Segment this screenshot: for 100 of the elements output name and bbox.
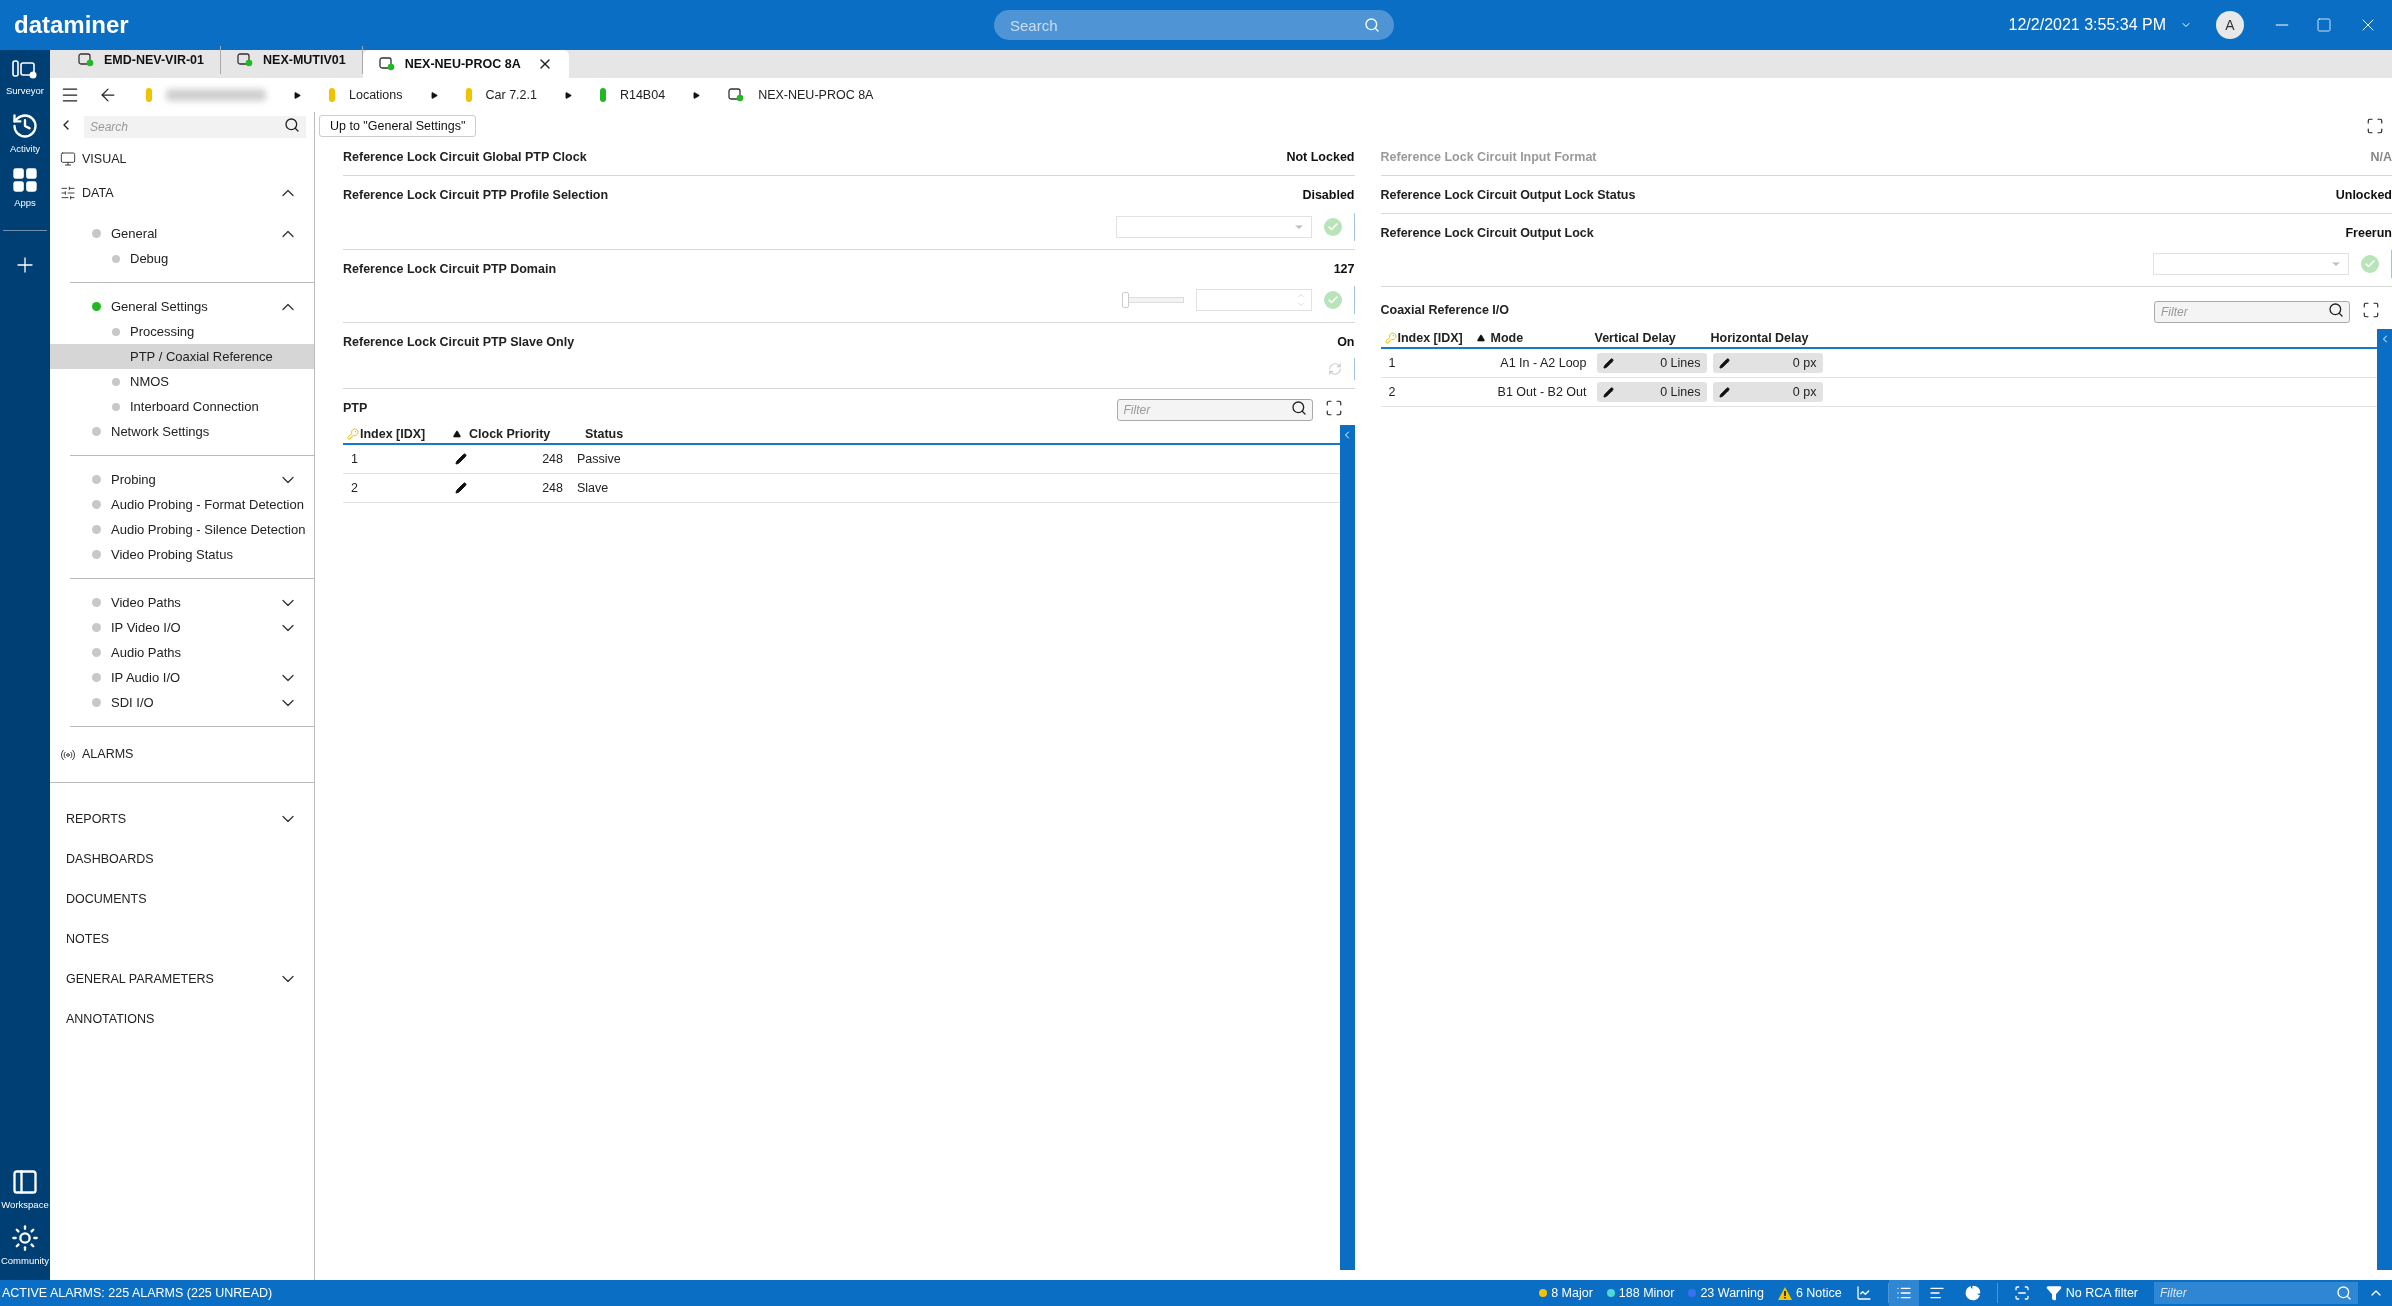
parameter-value: Disabled xyxy=(1302,186,1355,204)
sort-lines-icon[interactable] xyxy=(1928,1285,1945,1301)
sort-icon[interactable] xyxy=(1476,334,1485,343)
parameter-label: Reference Lock Circuit PTP Profile Selection xyxy=(343,186,609,204)
edit-icon[interactable] xyxy=(455,453,467,465)
trend-icon[interactable] xyxy=(1855,1285,1872,1301)
nav-section[interactable]: GENERAL PARAMETERS xyxy=(66,969,214,989)
nav-section[interactable]: ALARMS xyxy=(82,745,134,764)
column-header[interactable]: Index [IDX] xyxy=(360,424,426,444)
nav-item[interactable]: Video Paths xyxy=(111,592,181,613)
parameter-label: Reference Lock Circuit Input Format xyxy=(1380,149,1597,166)
fullscreen-icon[interactable] xyxy=(1324,399,1343,417)
rail-button[interactable]: Surveyor xyxy=(0,58,50,112)
nav-item[interactable]: Network Settings xyxy=(111,421,210,442)
rail-button[interactable]: Workspace xyxy=(0,1168,50,1224)
table-title: Coaxial Reference I/O xyxy=(1380,301,1510,319)
column-header[interactable]: Horizontal Delay xyxy=(1710,328,1809,348)
table-cell-text: A1 In - A2 Loop xyxy=(1499,354,1588,372)
maximize-icon[interactable] xyxy=(2316,17,2332,33)
nav-section[interactable]: ANNOTATIONS xyxy=(66,1009,155,1029)
nav-item[interactable]: Audio Probing - Silence Detection xyxy=(111,519,306,540)
editable-cell[interactable]: 0 Lines xyxy=(1596,382,1707,403)
nav-item[interactable]: Audio Probing - Format Detection xyxy=(111,494,304,515)
fullscreen-icon[interactable] xyxy=(2366,117,2384,135)
grid-icon xyxy=(11,166,39,194)
rail-button[interactable]: Activity xyxy=(0,112,50,166)
search-icon[interactable] xyxy=(2328,302,2344,319)
nav-item[interactable]: Probing xyxy=(111,469,156,490)
dropdown-field[interactable] xyxy=(2153,253,2349,276)
filter-field[interactable]: Filter xyxy=(2154,301,2350,324)
status-text[interactable]: ACTIVE ALARMS: 225 ALARMS (225 UNREAD) xyxy=(2,1283,273,1303)
focus-icon[interactable] xyxy=(2013,1285,2030,1301)
alarm-count[interactable]: 188 Minor xyxy=(1606,1283,1675,1303)
search-icon[interactable] xyxy=(1290,400,1307,416)
rca-filter-label[interactable]: No RCA filter xyxy=(2065,1283,2138,1303)
nav-section[interactable]: NOTES xyxy=(66,929,110,949)
parameter-value: Unlocked xyxy=(2335,186,2392,204)
parameter-value: On xyxy=(1337,334,1355,352)
nav-section[interactable]: DOCUMENTS xyxy=(66,889,147,909)
table-cell-text: 2 xyxy=(350,479,359,497)
filter-field[interactable]: Filter xyxy=(1116,399,1313,421)
nav-subitem[interactable]: PTP / Coaxial Reference xyxy=(50,344,314,369)
breadcrumb-link[interactable]: R14B04 xyxy=(619,85,666,105)
breadcrumb-link[interactable]: NEX-NEU-PROC 8A xyxy=(758,85,874,105)
pie-chart-icon[interactable] xyxy=(1964,1285,1981,1301)
search-icon[interactable] xyxy=(284,117,300,133)
nav-section[interactable]: DASHBOARDS xyxy=(66,849,154,869)
status-filter-field[interactable]: Filter xyxy=(2154,1282,2358,1304)
dropdown-field[interactable] xyxy=(1115,215,1312,238)
edit-icon xyxy=(1718,386,1730,398)
column-header[interactable]: Vertical Delay xyxy=(1594,328,1711,348)
alarm-count[interactable]: 6 Notice xyxy=(1777,1283,1842,1303)
nav-item[interactable]: IP Video I/O xyxy=(111,617,181,638)
table-cell-text: 1 xyxy=(1387,354,1397,372)
alarm-count[interactable]: 8 Major xyxy=(1539,1283,1593,1303)
nav-item[interactable]: SDI I/O xyxy=(111,692,154,713)
list-view-button[interactable] xyxy=(1888,1280,1919,1306)
nav-subitem[interactable]: Interboard Connection xyxy=(50,394,314,419)
tab[interactable]: NEX-MUTIV01 xyxy=(221,46,363,74)
nav-section[interactable]: REPORTS xyxy=(66,809,127,829)
caret-icon xyxy=(294,91,301,99)
side-panel-tab[interactable] xyxy=(1339,425,1355,1270)
alarm-count[interactable]: 23 Warning xyxy=(1688,1283,1764,1303)
rail-button[interactable]: Community xyxy=(0,1224,50,1280)
nav-item[interactable]: IP Audio I/O xyxy=(111,667,181,688)
column-header[interactable]: Clock Priority xyxy=(469,424,585,444)
fullscreen-icon[interactable] xyxy=(2362,301,2380,320)
tab[interactable]: NEX-NEU-PROC 8A xyxy=(362,50,569,78)
nav-item[interactable]: Video Probing Status xyxy=(111,544,233,565)
table-cell-text: 248 xyxy=(541,479,563,497)
up-button[interactable]: Up to "General Settings" xyxy=(319,115,477,137)
nav-subitem[interactable]: Processing xyxy=(50,319,314,344)
edit-icon[interactable] xyxy=(455,482,467,494)
column-header[interactable]: Status xyxy=(585,424,624,444)
element-icon xyxy=(728,88,745,102)
tab[interactable]: EMD-NEV-VIR-01 xyxy=(62,46,222,74)
editable-cell[interactable]: 0 Lines xyxy=(1596,353,1707,374)
column-header[interactable]: Index [IDX] xyxy=(1397,328,1463,348)
editable-cell[interactable]: 0 px xyxy=(1712,353,1823,374)
sort-icon[interactable] xyxy=(453,430,461,438)
editable-cell[interactable]: 0 px xyxy=(1712,382,1823,403)
user-avatar[interactable]: A xyxy=(2216,11,2244,39)
rail-button[interactable]: Apps xyxy=(0,166,50,220)
breadcrumb-link[interactable]: Car 7.2.1 xyxy=(485,85,537,105)
nav-section[interactable]: VISUAL xyxy=(82,149,127,169)
breadcrumb-link[interactable]: Locations xyxy=(349,85,403,105)
nav-subitem[interactable]: Debug xyxy=(50,246,314,271)
nav-section[interactable]: DATA xyxy=(82,183,114,203)
slider[interactable] xyxy=(1121,292,1184,309)
nav-item[interactable]: Audio Paths xyxy=(111,642,182,663)
nav-item[interactable]: General Settings xyxy=(111,296,208,317)
nav-item[interactable]: General xyxy=(111,223,158,244)
nav-subitem[interactable]: NMOS xyxy=(50,369,314,394)
toggle-icon[interactable] xyxy=(1327,362,1342,376)
parameter-label: Reference Lock Circuit PTP Domain xyxy=(343,260,557,278)
column-header[interactable]: Mode xyxy=(1490,328,1595,348)
slider-thumb[interactable] xyxy=(1121,292,1129,309)
sidebar-search-field[interactable]: Search xyxy=(84,116,306,138)
element-icon xyxy=(78,53,94,67)
search-field[interactable]: Search xyxy=(994,10,1394,40)
